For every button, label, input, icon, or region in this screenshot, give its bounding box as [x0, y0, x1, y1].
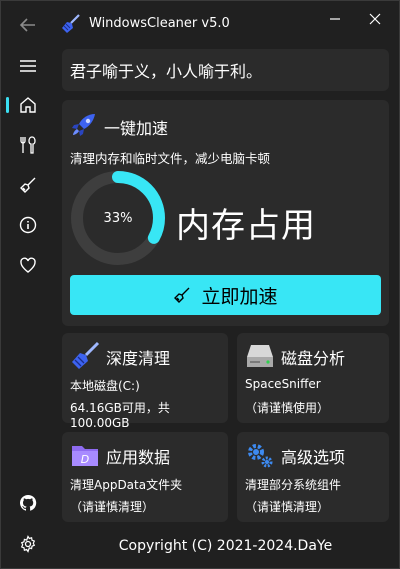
gears-icon: [248, 444, 273, 468]
disk-analysis-warning: （请谨慎使用）: [245, 401, 330, 415]
boost-title: 一键加速: [104, 119, 169, 138]
deep-clean-drive: 本地磁盘(C:): [70, 379, 140, 393]
app-data-title: 应用数据: [106, 448, 171, 467]
menu-toggle-button[interactable]: [1, 48, 54, 84]
boost-now-label: 立即加速: [201, 285, 278, 308]
deep-clean-space: 64.16GB可用，共100.00GB: [70, 401, 170, 430]
sidebar-item-home[interactable]: [1, 87, 54, 123]
disk-analysis-title: 磁盘分析: [281, 349, 346, 368]
sidebar-item-favorite[interactable]: [1, 247, 54, 283]
settings-icon: [20, 535, 35, 553]
hamburger-menu-icon: [19, 60, 36, 72]
broom-icon: [72, 341, 100, 369]
svg-text:D: D: [81, 453, 89, 466]
deep-clean-tile[interactable]: 深度清理 本地磁盘(C:) 64.16GB可用，共100.00GB: [62, 333, 228, 430]
app-window: WindowsCleaner v5.0 君子喻于义，小人喻于利。 一键加速 清理…: [0, 0, 400, 569]
hard-drive-icon: [247, 345, 273, 367]
app-data-tile[interactable]: D 应用数据 清理AppData文件夹 （请谨慎清理）: [62, 432, 228, 522]
github-button[interactable]: [1, 485, 54, 521]
app-data-warning: （请谨慎清理）: [70, 500, 155, 514]
close-icon: [369, 13, 381, 25]
advanced-options-tile[interactable]: 高级选项 清理部分系统组件 （请谨慎清理）: [237, 432, 389, 522]
memory-percent: 33%: [103, 210, 133, 226]
advanced-options-warning: （请谨慎清理）: [245, 500, 330, 514]
broom-icon: [19, 177, 35, 193]
github-icon: [19, 494, 36, 511]
close-button[interactable]: [361, 7, 389, 31]
back-arrow-icon: [19, 18, 35, 32]
sidebar-item-clean[interactable]: [1, 167, 54, 203]
quote-banner: 君子喻于义，小人喻于利。: [62, 49, 389, 91]
tools-icon: [19, 136, 36, 154]
settings-button[interactable]: [1, 526, 54, 562]
advanced-options-title: 高级选项: [281, 448, 346, 467]
boost-now-button[interactable]: 立即加速: [70, 275, 381, 315]
copyright-text: Copyright (C) 2021-2024.DaYe: [118, 538, 333, 554]
rocket-icon: [72, 114, 95, 136]
deep-clean-title: 深度清理: [106, 349, 171, 368]
window-title: WindowsCleaner v5.0: [89, 16, 230, 31]
minimize-icon: [330, 18, 340, 20]
broom-icon: [174, 287, 190, 303]
back-button[interactable]: [1, 7, 54, 43]
boost-description: 清理内存和临时文件，减少电脑卡顿: [70, 151, 271, 166]
app-data-description: 清理AppData文件夹: [70, 478, 183, 492]
heart-icon: [19, 257, 36, 273]
memory-usage-label: 内存占用: [176, 206, 316, 246]
quote-text: 君子喻于义，小人喻于利。: [70, 62, 263, 81]
home-icon: [19, 97, 36, 113]
app-logo-icon: [62, 14, 80, 33]
info-icon: [19, 216, 36, 234]
disk-analysis-tool: SpaceSniffer: [245, 377, 321, 391]
sidebar-item-tools[interactable]: [1, 127, 54, 163]
sidebar: [1, 1, 54, 568]
disk-analysis-tile[interactable]: 磁盘分析 SpaceSniffer （请谨慎使用）: [237, 333, 389, 423]
sidebar-item-about[interactable]: [1, 207, 54, 243]
advanced-options-description: 清理部分系统组件: [245, 478, 342, 492]
boost-card: 一键加速 清理内存和临时文件，减少电脑卡顿 33% 内存占用 立即加速: [62, 100, 389, 326]
minimize-button[interactable]: [321, 7, 349, 31]
folder-icon: D: [72, 446, 98, 466]
